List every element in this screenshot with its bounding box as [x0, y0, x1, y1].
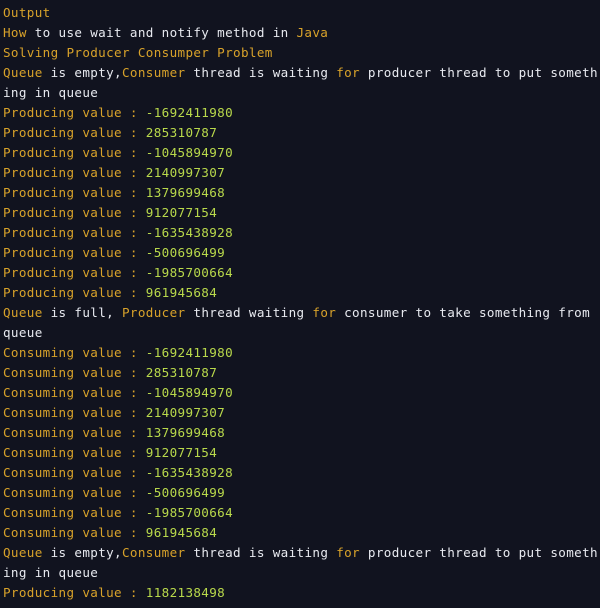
line-producing-9: Producing value : -1985700664	[3, 263, 600, 283]
line-consuming-10-segment-1: 961945684	[145, 525, 218, 540]
line-producing-11: Producing value : 1182138498	[3, 583, 600, 603]
line-producing-7-segment-0: Producing value :	[3, 225, 146, 240]
line-producing-8: Producing value : -500696499	[3, 243, 600, 263]
line-consuming-8-segment-1: -500696499	[145, 485, 226, 500]
line-consuming-7-segment-1: -1635438928	[145, 465, 234, 480]
line-consuming-5: Consuming value : 1379699468	[3, 423, 600, 443]
line-consuming-5-segment-0: Consuming value :	[3, 425, 146, 440]
line-queue-full-segment-0: Queue	[3, 305, 43, 320]
line-consuming-10-segment-0: Consuming value :	[3, 525, 146, 540]
line-producing-2: Producing value : 285310787	[3, 123, 600, 143]
line-consuming-4: Consuming value : 2140997307	[3, 403, 600, 423]
line-queue-full-segment-3: thread waiting	[185, 305, 313, 320]
line-consuming-4-segment-1: 2140997307	[145, 405, 226, 420]
line-producing-5-segment-1: 1379699468	[145, 185, 226, 200]
line-consuming-9: Consuming value : -1985700664	[3, 503, 600, 523]
line-subtitle-segment-0: Solving Producer Consumper Problem	[3, 45, 273, 60]
line-queue-full: Queue is full, Producer thread waiting f…	[3, 303, 600, 343]
line-consuming-3: Consuming value : -1045894970	[3, 383, 600, 403]
line-queue-empty-2-segment-1: is empty,	[42, 545, 122, 560]
line-producing-3: Producing value : -1045894970	[3, 143, 600, 163]
line-producing-10-segment-0: Producing value :	[3, 285, 146, 300]
console-output-panel[interactable]: Output How to use wait and notify method …	[0, 0, 600, 608]
line-producing-4-segment-0: Producing value :	[3, 165, 146, 180]
line-queue-full-segment-2: Producer	[122, 305, 186, 320]
line-consuming-1-segment-0: Consuming value :	[3, 345, 146, 360]
line-producing-6-segment-0: Producing value :	[3, 205, 146, 220]
line-subtitle: Solving Producer Consumper Problem	[3, 43, 600, 63]
line-producing-5: Producing value : 1379699468	[3, 183, 600, 203]
line-consuming-10: Consuming value : 961945684	[3, 523, 600, 543]
line-queue-full-segment-1: is full,	[42, 305, 122, 320]
line-queue-empty-2-segment-3: thread is waiting	[185, 545, 337, 560]
line-queue-empty-1-segment-1: is empty,	[42, 65, 122, 80]
line-consuming-5-segment-1: 1379699468	[145, 425, 226, 440]
line-consuming-8: Consuming value : -500696499	[3, 483, 600, 503]
line-producing-8-segment-0: Producing value :	[3, 245, 146, 260]
line-producing-10: Producing value : 961945684	[3, 283, 600, 303]
line-consuming-7: Consuming value : -1635438928	[3, 463, 600, 483]
line-title-segment-0: How	[3, 25, 27, 40]
line-consuming-6-segment-0: Consuming value :	[3, 445, 146, 460]
line-queue-empty-2-segment-4: for	[336, 545, 360, 560]
line-consuming-2-segment-1: 285310787	[145, 365, 218, 380]
line-producing-6: Producing value : 912077154	[3, 203, 600, 223]
line-producing-2-segment-0: Producing value :	[3, 125, 146, 140]
line-queue-empty-1: Queue is empty,Consumer thread is waitin…	[3, 63, 600, 103]
line-output-label-segment-0: Output	[3, 5, 51, 20]
line-producing-7-segment-1: -1635438928	[145, 225, 234, 240]
line-producing-4-segment-1: 2140997307	[145, 165, 226, 180]
line-consuming-9-segment-1: -1985700664	[145, 505, 234, 520]
line-consuming-3-segment-1: -1045894970	[145, 385, 234, 400]
line-title: How to use wait and notify method in Jav…	[3, 23, 600, 43]
line-producing-6-segment-1: 912077154	[145, 205, 218, 220]
line-queue-empty-2: Queue is empty,Consumer thread is waitin…	[3, 543, 600, 583]
line-producing-11-segment-0: Producing value :	[3, 585, 146, 600]
line-queue-empty-1-segment-3: thread is waiting	[185, 65, 337, 80]
line-producing-10-segment-1: 961945684	[145, 285, 218, 300]
line-title-segment-1: to use wait and notify method in	[26, 25, 297, 40]
line-producing-7: Producing value : -1635438928	[3, 223, 600, 243]
line-producing-1-segment-1: -1692411980	[145, 105, 234, 120]
line-consuming-7-segment-0: Consuming value :	[3, 465, 146, 480]
line-consuming-6-segment-1: 912077154	[145, 445, 218, 460]
line-consuming-6: Consuming value : 912077154	[3, 443, 600, 463]
line-queue-empty-2-segment-0: Queue	[3, 545, 43, 560]
line-producing-4: Producing value : 2140997307	[3, 163, 600, 183]
line-queue-empty-1-segment-0: Queue	[3, 65, 43, 80]
line-output-label: Output	[3, 3, 600, 23]
line-producing-2-segment-1: 285310787	[145, 125, 218, 140]
line-consuming-3-segment-0: Consuming value :	[3, 385, 146, 400]
line-queue-empty-1-segment-2: Consumer	[122, 65, 186, 80]
line-producing-5-segment-0: Producing value :	[3, 185, 146, 200]
line-queue-empty-1-segment-4: for	[336, 65, 360, 80]
line-producing-3-segment-1: -1045894970	[145, 145, 234, 160]
line-consuming-1-segment-1: -1692411980	[145, 345, 234, 360]
line-producing-11-segment-1: 1182138498	[145, 585, 226, 600]
line-producing-9-segment-1: -1985700664	[145, 265, 234, 280]
line-producing-8-segment-1: -500696499	[145, 245, 226, 260]
line-consuming-2-segment-0: Consuming value :	[3, 365, 146, 380]
line-consuming-9-segment-0: Consuming value :	[3, 505, 146, 520]
line-producing-3-segment-0: Producing value :	[3, 145, 146, 160]
line-consuming-2: Consuming value : 285310787	[3, 363, 600, 383]
line-queue-empty-2-segment-2: Consumer	[122, 545, 186, 560]
line-producing-1: Producing value : -1692411980	[3, 103, 600, 123]
line-consuming-8-segment-0: Consuming value :	[3, 485, 146, 500]
line-queue-full-segment-4: for	[312, 305, 337, 320]
line-title-segment-2: Java	[296, 25, 329, 40]
line-producing-1-segment-0: Producing value :	[3, 105, 146, 120]
line-consuming-4-segment-0: Consuming value :	[3, 405, 146, 420]
line-consuming-1: Consuming value : -1692411980	[3, 343, 600, 363]
line-producing-9-segment-0: Producing value :	[3, 265, 146, 280]
